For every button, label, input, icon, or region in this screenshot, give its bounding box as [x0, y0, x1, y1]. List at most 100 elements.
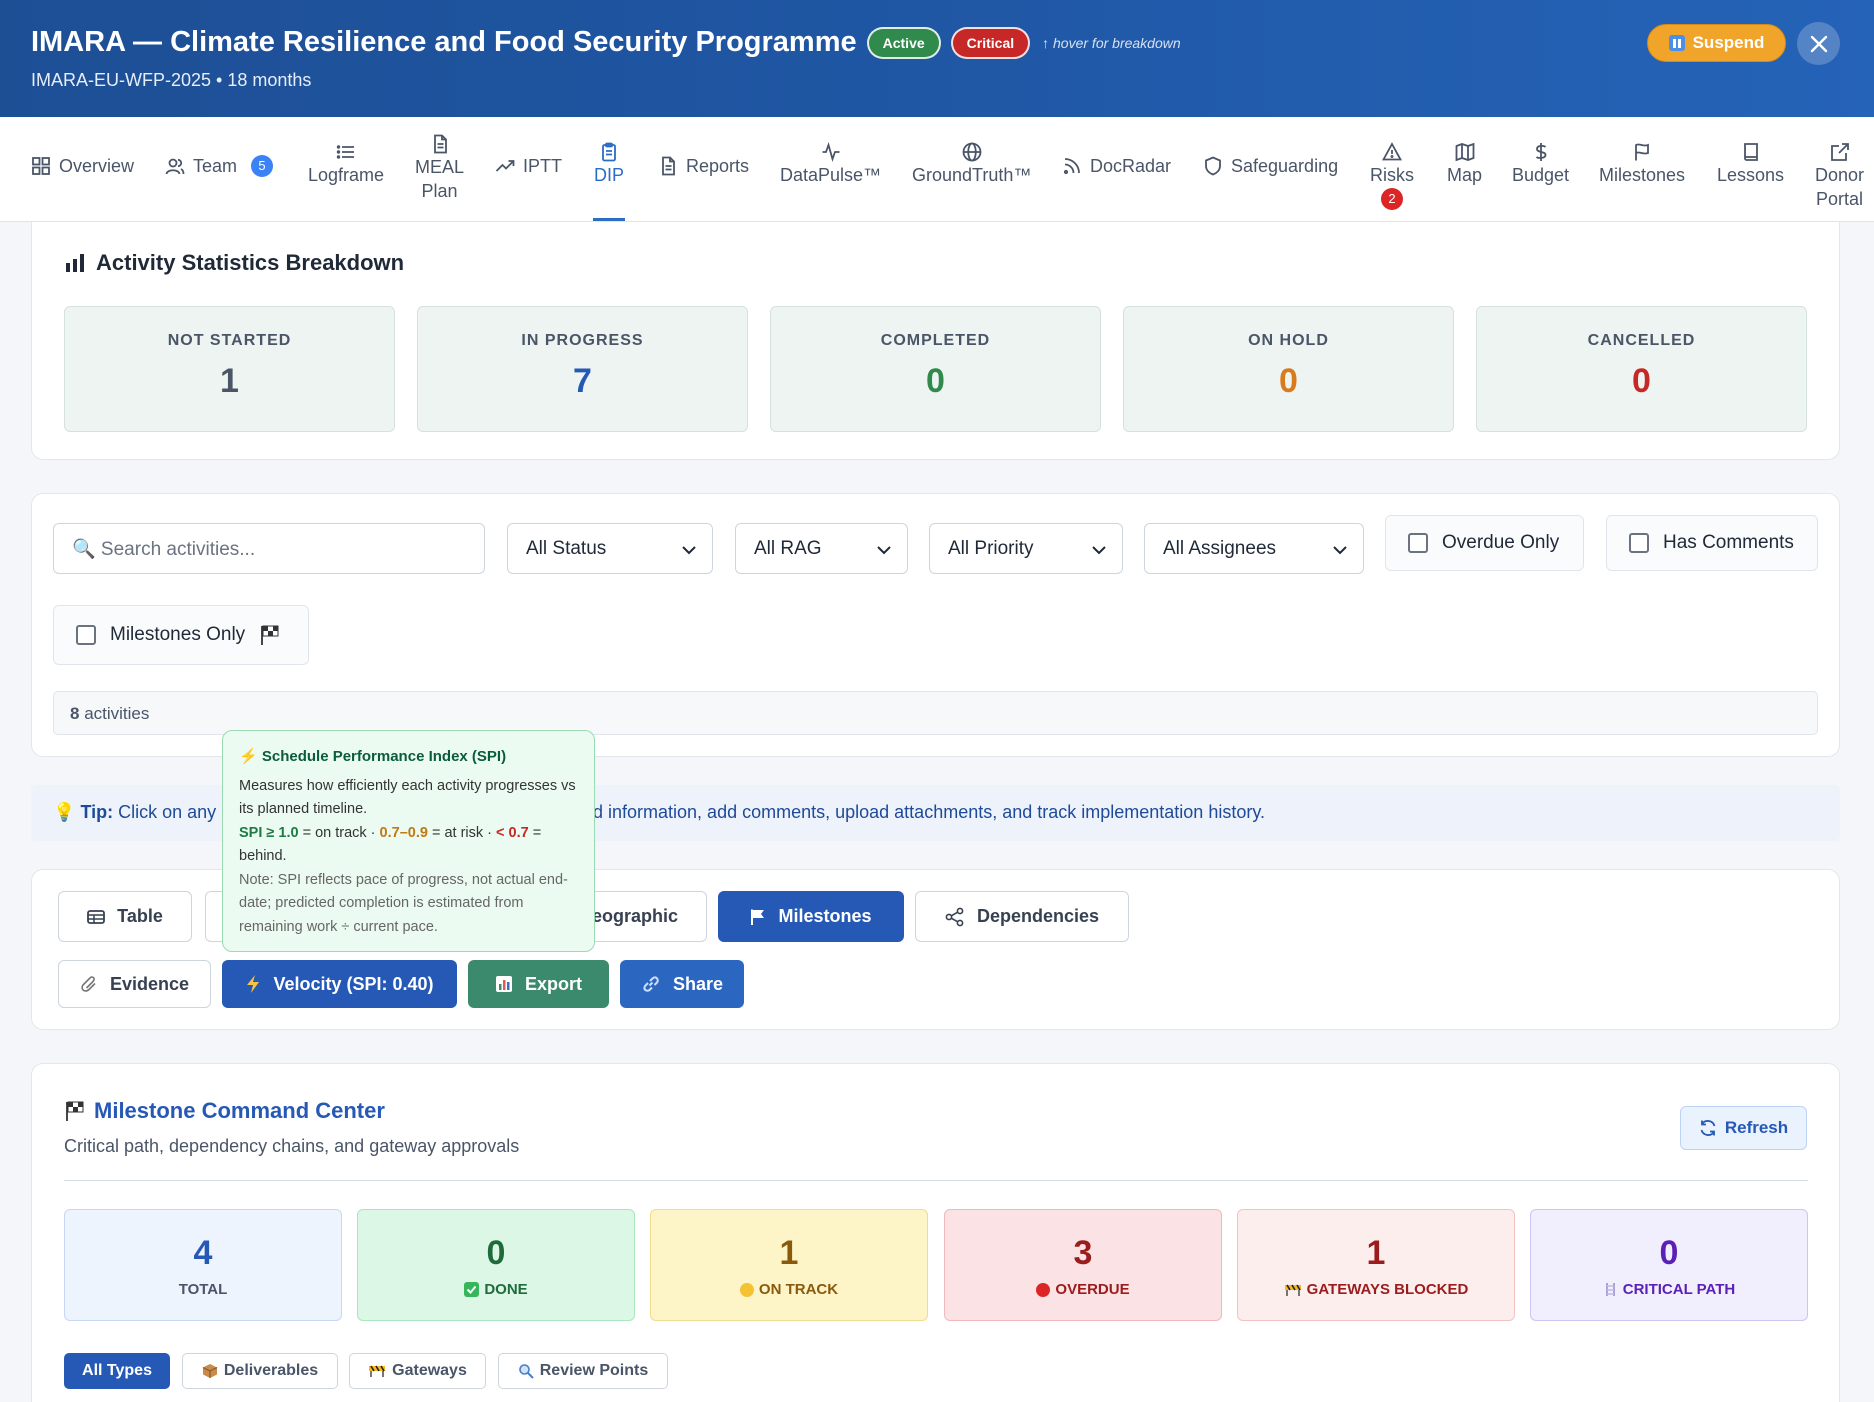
evidence-view-button[interactable]: Evidence — [58, 960, 211, 1008]
chevron-down-icon — [1333, 546, 1347, 555]
tooltip-description: Measures how efficiently each activity p… — [239, 777, 576, 818]
status-select-value: All Status — [526, 537, 607, 559]
tab-milestones-label: Milestones — [1599, 165, 1686, 185]
lightning-icon — [247, 975, 260, 993]
geographic-view-label: eographic — [591, 906, 678, 926]
has-comments-label: Has Comments — [1663, 532, 1794, 553]
tab-team[interactable]: Team 5 — [165, 155, 274, 177]
rag-select[interactable]: All RAG — [735, 523, 908, 574]
spi-risk-label: 0.7–0.9 — [379, 824, 428, 841]
milestone-gateways-blocked-stat: 1 GATEWAYS BLOCKED — [1237, 1209, 1515, 1321]
chevron-down-icon — [1092, 546, 1106, 555]
has-comments-checkbox[interactable] — [1629, 533, 1649, 553]
suspend-button[interactable]: Suspend — [1647, 24, 1786, 62]
globe-icon — [962, 142, 982, 162]
filter-gateways[interactable]: Gateways — [349, 1353, 486, 1389]
stat-label: COMPLETED — [880, 332, 991, 349]
stat-value: 0 — [1659, 1234, 1679, 1272]
close-icon — [1810, 35, 1827, 52]
hover-hint: ↑ hover for breakdown — [1042, 34, 1181, 51]
overdue-label: Overdue Only — [1442, 532, 1560, 553]
search-input[interactable]: 🔍 Search activities... — [53, 523, 485, 574]
dollar-icon — [1535, 143, 1546, 161]
stat-label-text: GATEWAYS BLOCKED — [1306, 1281, 1469, 1298]
share-button[interactable]: Share — [620, 960, 744, 1008]
tab-milestones[interactable]: Milestones — [1599, 142, 1685, 186]
tab-risks-label: Risks — [1370, 165, 1414, 185]
chip-label: Deliverables — [223, 1362, 319, 1379]
stat-not-started: NOT STARTED 1 — [64, 306, 395, 432]
stat-label: ON TRACK — [651, 1281, 927, 1298]
grid-icon — [32, 157, 50, 175]
tab-groundtruth[interactable]: GroundTruth™ — [912, 142, 1031, 186]
velocity-view-button[interactable]: Velocity (SPI: 0.40) — [222, 960, 457, 1008]
tab-logframe[interactable]: Logframe — [308, 142, 384, 186]
stat-in-progress: IN PROGRESS 7 — [417, 306, 748, 432]
tab-dip[interactable]: DIP — [594, 142, 624, 186]
milestones-checkbox[interactable] — [76, 625, 96, 645]
export-button[interactable]: Export — [468, 960, 609, 1008]
paperclip-icon — [81, 976, 96, 992]
stat-label: GATEWAYS BLOCKED — [1238, 1281, 1514, 1298]
tab-map[interactable]: Map — [1447, 142, 1482, 186]
tab-iptt-label: IPTT — [523, 156, 562, 176]
map-icon — [1455, 142, 1474, 162]
flag-icon — [751, 909, 765, 925]
status-badge[interactable]: Active — [866, 26, 941, 59]
flag-icon — [1635, 143, 1649, 161]
chip-label: Review Points — [539, 1362, 649, 1379]
overdue-checkbox[interactable] — [1408, 533, 1428, 553]
tab-donor-label-2: Portal — [1816, 189, 1864, 209]
share-label: Share — [672, 973, 724, 994]
table-view-button[interactable]: Table — [58, 891, 192, 942]
activity-count-suffix: activities — [79, 704, 150, 723]
refresh-button[interactable]: Refresh — [1680, 1106, 1807, 1150]
dependencies-view-button[interactable]: Dependencies — [915, 891, 1129, 942]
tab-meal-plan[interactable]: MEAL Plan — [415, 134, 464, 202]
chevron-down-icon — [682, 546, 696, 555]
has-comments-toggle[interactable]: Has Comments — [1606, 515, 1818, 571]
spi-good-label: SPI ≥ 1.0 — [239, 824, 299, 841]
tab-map-label: Map — [1447, 165, 1483, 185]
tab-docradar[interactable]: DocRadar — [1062, 155, 1171, 177]
stat-label: OVERDUE — [945, 1281, 1221, 1298]
filter-all-types[interactable]: All Types — [64, 1353, 170, 1389]
tab-risks[interactable]: Risks 2 — [1370, 142, 1414, 210]
tab-budget[interactable]: Budget — [1512, 142, 1569, 186]
priority-select[interactable]: All Priority — [929, 523, 1123, 574]
status-select[interactable]: All Status — [507, 523, 713, 574]
stat-value: 3 — [1073, 1234, 1093, 1272]
users-icon — [165, 158, 185, 175]
stat-cancelled: CANCELLED 0 — [1476, 306, 1807, 432]
check-icon — [464, 1282, 480, 1297]
book-icon — [1743, 143, 1758, 161]
close-button[interactable] — [1797, 22, 1840, 65]
milestones-only-toggle[interactable]: Milestones Only — [53, 605, 309, 665]
spi-tooltip: ⚡ Schedule Performance Index (SPI) Measu… — [222, 730, 595, 952]
risk-badge[interactable]: Critical — [950, 26, 1031, 59]
tab-safeguarding[interactable]: Safeguarding — [1203, 155, 1338, 177]
tooltip-legend: SPI ≥ 1.0 = on track · 0.7–0.9 = at risk… — [239, 822, 578, 869]
stat-label: DONE — [358, 1281, 634, 1298]
filter-review-points[interactable]: Review Points — [498, 1353, 668, 1389]
tab-donor-label-1: Donor — [1815, 165, 1865, 185]
assignees-select[interactable]: All Assignees — [1144, 523, 1364, 574]
tab-iptt[interactable]: IPTT — [495, 155, 562, 177]
tab-donor-portal[interactable]: Donor Portal — [1815, 142, 1864, 210]
tab-logframe-label: Logframe — [308, 165, 385, 185]
tab-datapulse[interactable]: DataPulse™ — [780, 142, 881, 186]
stat-label-text: ON TRACK — [758, 1281, 839, 1298]
pulse-icon — [822, 142, 840, 162]
tab-overview[interactable]: Overview — [31, 155, 134, 177]
pause-icon — [1668, 35, 1685, 51]
stat-label: CRITICAL PATH — [1531, 1281, 1807, 1298]
tab-lessons[interactable]: Lessons — [1717, 142, 1784, 186]
tab-reports-label: Reports — [686, 156, 750, 176]
filter-deliverables[interactable]: Deliverables — [182, 1353, 338, 1389]
milestones-only-label: Milestones Only — [110, 624, 246, 645]
checkered-flag-icon — [66, 1101, 84, 1121]
activity-count: 8 activities — [53, 691, 1818, 735]
overdue-only-toggle[interactable]: Overdue Only — [1385, 515, 1584, 571]
milestones-view-button[interactable]: Milestones — [718, 891, 904, 942]
tab-reports[interactable]: Reports — [658, 155, 749, 177]
